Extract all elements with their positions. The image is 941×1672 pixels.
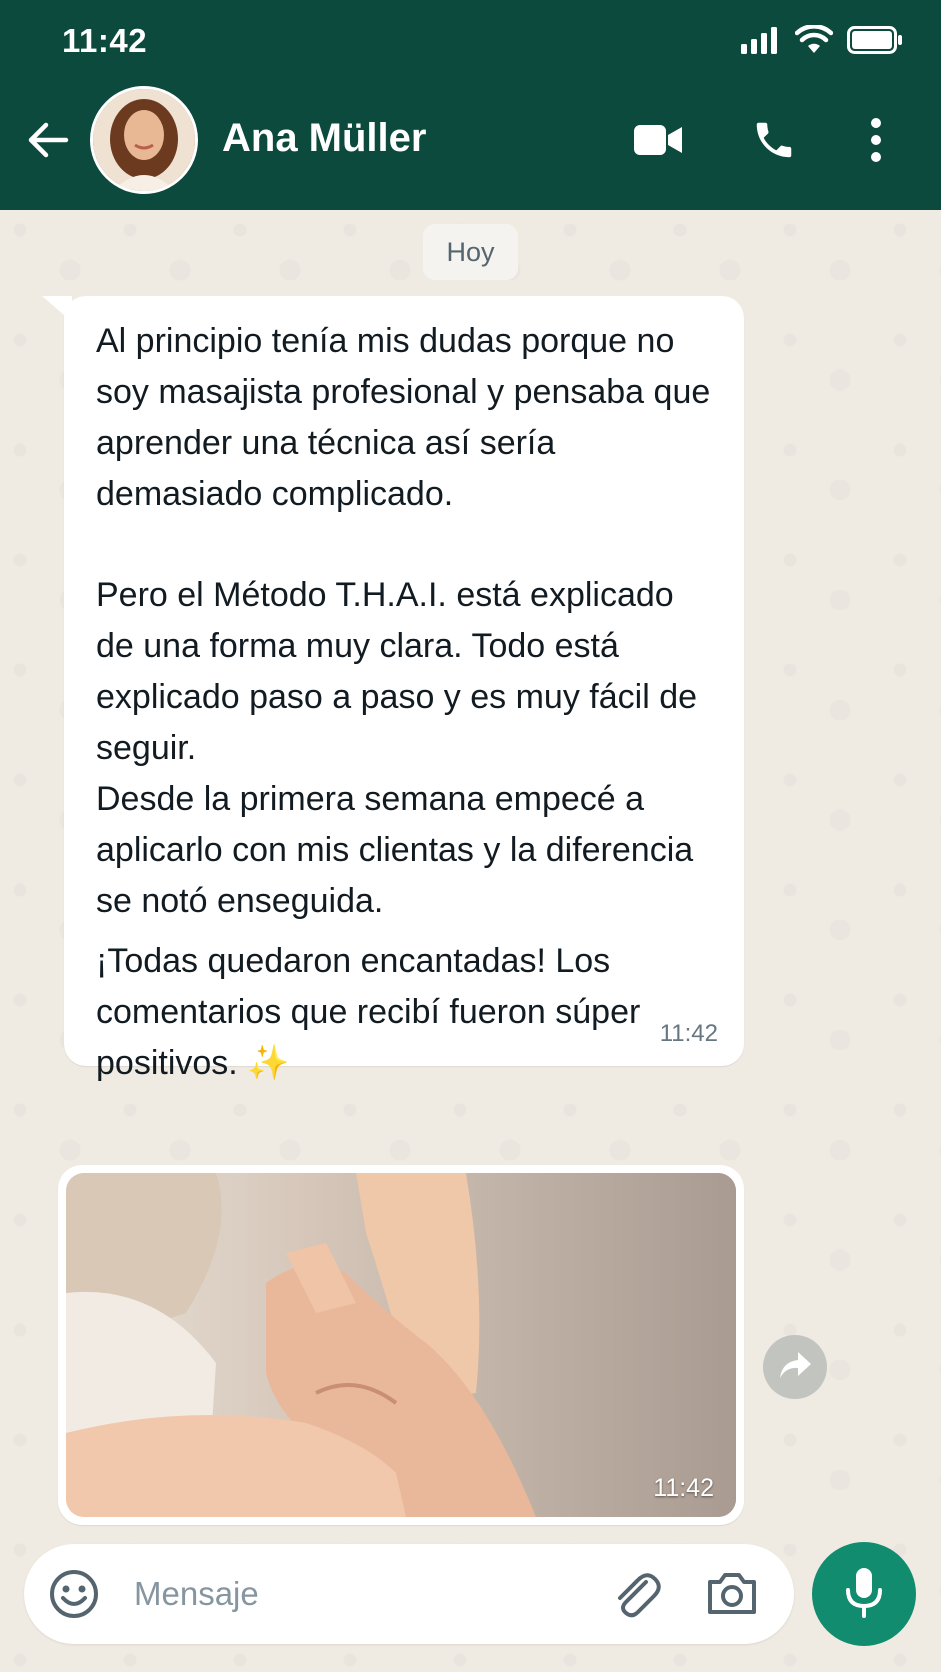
- message-paragraph: ¡Todas quedaron encantadas! Los comentar…: [96, 942, 641, 1082]
- arrow-left-icon: [26, 120, 70, 165]
- message-time: 11:42: [659, 1020, 718, 1047]
- forward-button[interactable]: [763, 1335, 827, 1399]
- phone-icon: [751, 117, 797, 168]
- date-chip: Hoy: [423, 224, 518, 280]
- camera-button[interactable]: [704, 1566, 760, 1622]
- back-button[interactable]: [22, 116, 74, 168]
- avatar[interactable]: [90, 86, 198, 194]
- menu-button[interactable]: [846, 112, 906, 172]
- voice-call-button[interactable]: [744, 112, 804, 172]
- top-bar: 11:42 Ana Müller: [0, 0, 941, 210]
- battery-icon: [847, 25, 903, 59]
- more-vertical-icon: [869, 117, 883, 168]
- incoming-message[interactable]: Al principio tenía mis dudas porque no s…: [64, 296, 744, 1082]
- chat-header: Ana Müller: [0, 86, 941, 210]
- smiley-icon: [48, 1570, 100, 1624]
- video-camera-icon: [633, 123, 683, 162]
- voice-message-button[interactable]: [812, 1542, 916, 1646]
- contact-name[interactable]: Ana Müller: [222, 116, 426, 161]
- message-input[interactable]: [134, 1570, 564, 1618]
- status-icons: [741, 23, 903, 60]
- emoji-button[interactable]: [48, 1568, 100, 1620]
- status-bar: 11:42: [0, 0, 941, 86]
- message-paragraph: Al principio tenía mis dudas porque no s…: [96, 322, 711, 513]
- hand-massage-photo-icon[interactable]: 11:42: [66, 1173, 736, 1517]
- microphone-icon: [844, 1566, 884, 1623]
- image-time: 11:42: [653, 1474, 714, 1502]
- message-paragraph: Pero el Método T.H.A.I. está explicado d…: [96, 576, 698, 767]
- paperclip-icon: [608, 1573, 664, 1626]
- message-paragraph: Desde la primera semana empecé a aplicar…: [96, 780, 694, 920]
- chat-area[interactable]: Hoy Al principio tenía mis dudas porque …: [0, 210, 941, 1672]
- status-time: 11:42: [62, 22, 148, 59]
- video-call-button[interactable]: [628, 112, 688, 172]
- wifi-icon: [794, 23, 834, 60]
- attach-button[interactable]: [608, 1566, 664, 1622]
- signal-icon: [741, 26, 781, 59]
- contact-photo-icon: [93, 89, 195, 191]
- share-arrow-icon: [778, 1350, 812, 1385]
- camera-icon: [704, 1573, 760, 1626]
- image-message[interactable]: 11:42: [58, 1165, 744, 1525]
- message-composer: [24, 1544, 794, 1644]
